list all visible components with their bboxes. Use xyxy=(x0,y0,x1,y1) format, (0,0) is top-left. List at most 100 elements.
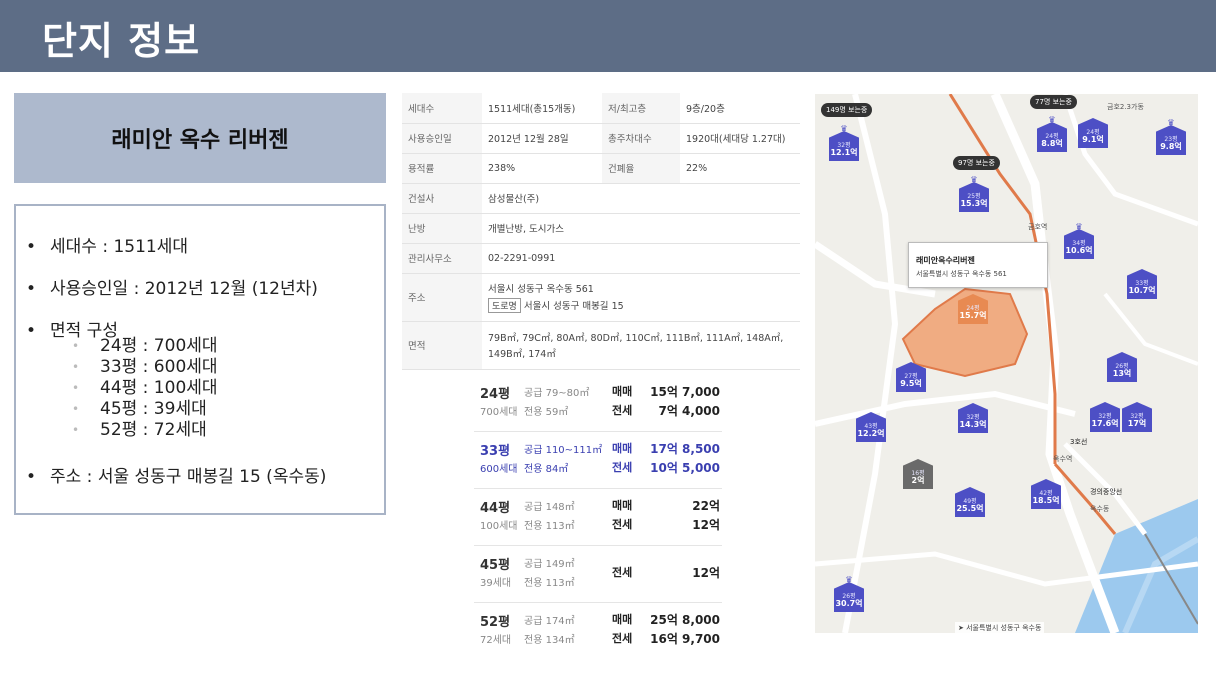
deal-price: 10억 5,000 xyxy=(650,461,720,475)
price-marker[interactable]: ♛ 25평 15.3억 xyxy=(959,175,989,212)
marker-price: 30.7억 xyxy=(835,599,863,608)
area-item: • 45평 : 39세대 xyxy=(72,399,207,419)
cell-label: 주소 xyxy=(402,273,482,322)
location-arrow-icon: ➤ xyxy=(958,624,964,632)
complex-popup[interactable]: 래미안옥수리버젠 서울특별시 성동구 옥수동 561 xyxy=(908,242,1048,288)
road-name-tag: 도로명 xyxy=(488,298,521,313)
complex-name-box: 래미안 옥수 리버젠 xyxy=(14,93,386,183)
area-types-line1: 79B㎡, 79C㎡, 80A㎡, 80D㎡, 110C㎡, 111B㎡, 11… xyxy=(488,333,784,344)
map-label-line: 3호선 xyxy=(1070,438,1088,446)
area-item: • 33평 : 600세대 xyxy=(72,357,218,377)
marker-price: 14.3억 xyxy=(959,420,987,429)
supply-area: 공급 79~80㎡ xyxy=(524,388,590,399)
marker-price: 10.6억 xyxy=(1065,246,1093,255)
price-marker[interactable]: ♛ 34평 10.6억 xyxy=(1064,222,1094,259)
deal-type: 매매 xyxy=(612,499,633,512)
price-marker[interactable]: ♛ 26평 30.7억 xyxy=(834,575,864,612)
deal-type: 전세 xyxy=(612,566,633,579)
cell-value: 1511세대(총15개동) xyxy=(482,93,602,124)
summary-approval: • 사용승인일 : 2012년 12월 (12년차) xyxy=(26,279,318,299)
table-row: 면적 79B㎡, 79C㎡, 80A㎡, 80D㎡, 110C㎡, 111B㎡,… xyxy=(402,321,800,370)
map-label-station: 금호역 xyxy=(1028,223,1048,231)
deal-price: 12억 xyxy=(692,566,720,580)
exclusive-area: 전용 84㎡ xyxy=(524,464,569,475)
table-row: 관리사무소 02-2291-0991 xyxy=(402,243,800,274)
table-row: 난방 개별난방, 도시가스 xyxy=(402,213,800,244)
marker-price: 13억 xyxy=(1112,369,1132,378)
cell-value: 1920대(세대당 1.27대) xyxy=(680,123,800,154)
units-label: 100세대 xyxy=(480,521,518,532)
price-marker[interactable]: ♛ 32평 12.1억 xyxy=(829,124,859,161)
price-marker[interactable]: 33평 10.7억 xyxy=(1127,269,1157,299)
summary-households: • 세대수 : 1511세대 xyxy=(26,237,188,257)
price-marker[interactable]: 32평 17억 xyxy=(1122,402,1152,432)
marker-price: 17억 xyxy=(1127,419,1147,428)
price-marker[interactable]: 26평 13억 xyxy=(1107,352,1137,382)
marker-price: 25.5억 xyxy=(956,504,984,513)
price-marker[interactable]: 42평 18.5억 xyxy=(1031,479,1061,509)
summary-box: • 세대수 : 1511세대 • 사용승인일 : 2012년 12월 (12년차) … xyxy=(14,204,386,515)
area-list: • 24평 : 700세대 • 33평 : 600세대 • 44평 : 100세대 •… xyxy=(72,336,218,441)
page-title: 단지 정보 xyxy=(42,19,201,63)
units-label: 600세대 xyxy=(480,464,518,475)
map-view[interactable]: 금호2.3가동 금호역 옥수역 3호선 경의중앙선 옥수동 149명 보는중 7… xyxy=(815,94,1198,633)
supply-area: 공급 174㎡ xyxy=(524,616,575,627)
price-marker[interactable]: ♛ 24평 8.8억 xyxy=(1037,115,1067,152)
table-row: 건설사 삼성물산(주) xyxy=(402,183,800,214)
pyeong-label: 24평 xyxy=(480,387,511,402)
deal-price: 12억 xyxy=(692,518,720,532)
area-item: • 24평 : 700세대 xyxy=(72,336,218,356)
info-table: 세대수 1511세대(총15개동) 저/최고층 9층/20층 사용승인일 201… xyxy=(402,93,800,370)
summary-address: • 주소 : 서울 성동구 매봉길 15 (옥수동) xyxy=(26,467,327,487)
cell-label: 난방 xyxy=(402,213,482,244)
cell-value: 삼성물산(주) xyxy=(482,183,800,214)
exclusive-area: 전용 59㎡ xyxy=(524,407,569,418)
area-item: • 44평 : 100세대 xyxy=(72,378,218,398)
cell-label: 세대수 xyxy=(402,93,482,124)
viewers-pill: 97명 보는중 xyxy=(953,156,1000,170)
deal-type: 매매 xyxy=(612,442,633,455)
price-marker[interactable]: 27평 9.5억 xyxy=(896,362,926,392)
viewers-pill: 77명 보는중 xyxy=(1030,95,1077,109)
price-marker-selected[interactable]: 24평 15.7억 xyxy=(958,294,988,324)
map-label-line: 경의중앙선 xyxy=(1090,488,1123,496)
price-row-45: 45평 39세대 공급 149㎡ 전용 113㎡ 전세 12억 xyxy=(474,546,722,603)
deal-type: 전세 xyxy=(612,404,633,417)
price-marker[interactable]: 43평 12.2억 xyxy=(856,412,886,442)
cell-value: 9층/20층 xyxy=(680,93,800,124)
pyeong-label: 45평 xyxy=(480,558,511,573)
cell-value: 개별난방, 도시가스 xyxy=(482,213,800,244)
price-row-24: 24평 700세대 공급 79~80㎡ 전용 59㎡ 매매 15억 7,000 … xyxy=(474,375,722,432)
jibun-address: 서울시 성동구 옥수동 561 xyxy=(488,284,594,295)
popup-title: 래미안옥수리버젠 xyxy=(916,256,975,265)
table-row: 주소 서울시 성동구 옥수동 561 도로명 서울시 성동구 매봉길 15 xyxy=(402,273,800,322)
cell-label: 용적률 xyxy=(402,153,482,184)
price-marker[interactable]: ♛ 23평 9.8억 xyxy=(1156,118,1186,155)
map-label-area: 금호2.3가동 xyxy=(1107,103,1144,111)
supply-area: 공급 110~111㎡ xyxy=(524,445,603,456)
price-marker[interactable]: 49평 25.5억 xyxy=(955,487,985,517)
price-row-44: 44평 100세대 공급 148㎡ 전용 113㎡ 매매 22억 전세 12억 xyxy=(474,489,722,546)
supply-area: 공급 149㎡ xyxy=(524,559,575,570)
deal-price: 17억 8,500 xyxy=(650,442,720,456)
map-label-station: 옥수역 xyxy=(1053,455,1073,463)
price-marker[interactable]: 32평 17.6억 xyxy=(1090,402,1120,432)
header-bar: 단지 정보 xyxy=(0,0,1216,72)
cell-value: 238% xyxy=(482,153,602,184)
deal-type: 전세 xyxy=(612,518,633,531)
area-types-line2: 149B㎡, 174㎡ xyxy=(488,349,556,360)
price-marker[interactable]: 32평 14.3억 xyxy=(958,403,988,433)
marker-price: 10.7억 xyxy=(1128,286,1156,295)
map-footer-text: 서울특별시 성동구 옥수동 xyxy=(966,624,1042,632)
area-cell: 79B㎡, 79C㎡, 80A㎡, 80D㎡, 110C㎡, 111B㎡, 11… xyxy=(482,321,800,370)
cell-label: 총주차대수 xyxy=(602,123,680,154)
address-cell: 서울시 성동구 옥수동 561 도로명 서울시 성동구 매봉길 15 xyxy=(482,273,800,322)
price-marker[interactable]: 24평 9.1억 xyxy=(1078,118,1108,148)
deal-type: 전세 xyxy=(612,632,633,645)
complex-name: 래미안 옥수 리버젠 xyxy=(111,128,289,153)
deal-type: 매매 xyxy=(612,385,633,398)
deal-price: 16억 9,700 xyxy=(650,632,720,646)
marker-price: 18.5억 xyxy=(1032,496,1060,505)
cell-value: 02-2291-0991 xyxy=(482,243,800,274)
price-marker[interactable]: 16평 2억 xyxy=(903,459,933,489)
